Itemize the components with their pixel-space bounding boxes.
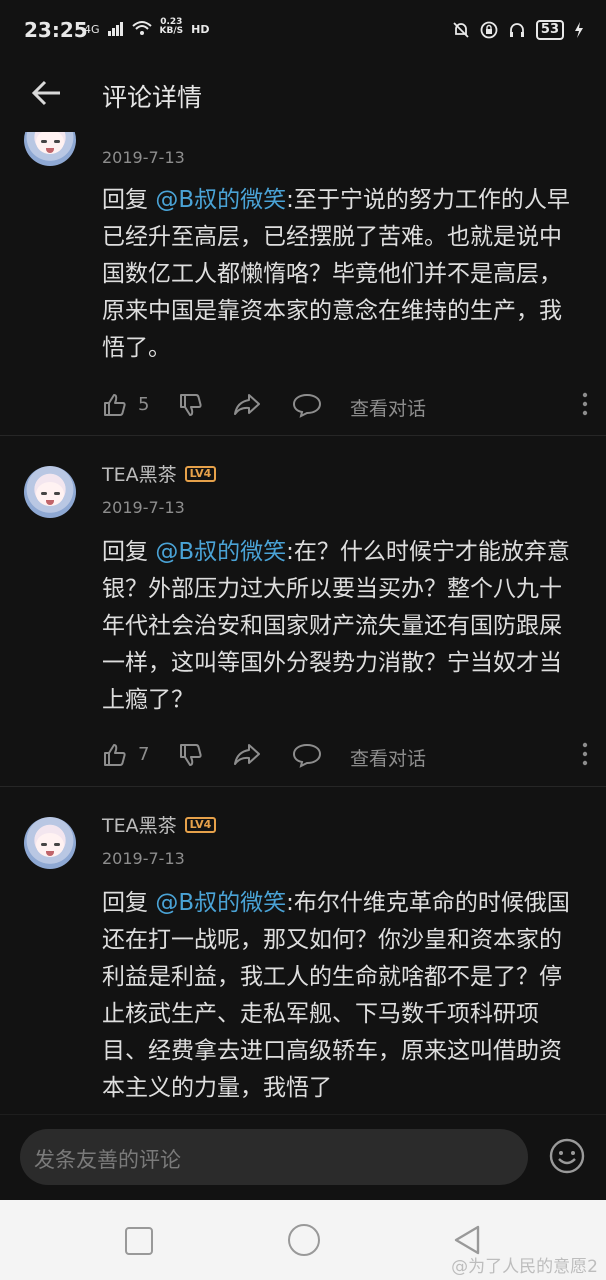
more-options-icon[interactable] bbox=[582, 742, 588, 766]
level-badge: LV4 bbox=[184, 465, 217, 482]
mention-link[interactable]: @B叔的微笑 bbox=[155, 187, 286, 213]
dislike-icon[interactable] bbox=[178, 742, 204, 768]
like-icon[interactable] bbox=[102, 742, 128, 768]
reply-prefix: 回复 bbox=[102, 890, 156, 916]
avatar[interactable] bbox=[24, 466, 76, 518]
battery-level: 53 bbox=[535, 20, 564, 40]
avatar[interactable] bbox=[24, 132, 76, 166]
comment-input[interactable]: 发条友善的评论 bbox=[20, 1129, 528, 1185]
app-header: 评论详情 bbox=[0, 62, 606, 132]
emoji-icon[interactable] bbox=[548, 1137, 586, 1175]
status-bar: 23:25 4G 0.23 KB/S HD 53 bbox=[0, 0, 606, 62]
reply-prefix: 回复 bbox=[102, 539, 156, 565]
comment-actions: 5 查看对话 bbox=[102, 392, 588, 422]
comment-text: 回复 @B叔的微笑:至于宁说的努力工作的人早已经升至高层，已经摆脱了苦难。也就是… bbox=[102, 182, 580, 367]
more-options-icon[interactable] bbox=[582, 392, 588, 416]
like-count: 7 bbox=[138, 744, 150, 765]
lock-rotation-icon bbox=[480, 21, 498, 39]
signal-icon bbox=[107, 22, 123, 36]
wifi-icon bbox=[131, 21, 152, 35]
username-text: TEA黑茶 bbox=[102, 815, 177, 837]
comment-body: :布尔什维克革命的时候俄国还在打一战呢，那又如何？你沙皇和资本家的利益是利益，我… bbox=[102, 890, 570, 1101]
charging-icon bbox=[575, 22, 583, 38]
net-speed: 0.23 KB/S bbox=[160, 18, 184, 36]
comment-input-placeholder: 发条友善的评论 bbox=[34, 1148, 181, 1172]
comment-date: 2019-7-13 bbox=[102, 148, 185, 167]
comment-date: 2019-7-13 bbox=[102, 498, 185, 517]
username[interactable]: TEA黑茶 LV4 bbox=[102, 811, 217, 838]
system-nav-bar: @为了人民的意愿2 bbox=[0, 1200, 606, 1280]
avatar[interactable] bbox=[24, 817, 76, 869]
like-count: 5 bbox=[138, 394, 150, 415]
recents-button[interactable] bbox=[125, 1227, 153, 1255]
dislike-icon[interactable] bbox=[178, 392, 204, 418]
watermark: @为了人民的意愿2 bbox=[451, 1257, 598, 1277]
reply-bubble-icon[interactable] bbox=[292, 742, 322, 768]
view-conversation-link[interactable]: 查看对话 bbox=[350, 394, 426, 421]
comment-list[interactable]: 2019-7-13 回复 @B叔的微笑:至于宁说的努力工作的人早已经升至高层，已… bbox=[0, 132, 606, 1114]
status-left-icons: 4G 0.23 KB/S HD bbox=[84, 18, 209, 36]
comment-text: 回复 @B叔的微笑:在？什么时候宁才能放弃意银？外部压力过大所以要当买办？整个八… bbox=[102, 534, 580, 719]
mention-link[interactable]: @B叔的微笑 bbox=[155, 890, 286, 916]
comment-text: 回复 @B叔的微笑:布尔什维克革命的时候俄国还在打一战呢，那又如何？你沙皇和资本… bbox=[102, 885, 580, 1107]
mention-link[interactable]: @B叔的微笑 bbox=[155, 539, 286, 565]
level-badge: LV4 bbox=[184, 816, 217, 833]
share-icon[interactable] bbox=[232, 742, 262, 768]
mute-bell-icon bbox=[453, 22, 469, 38]
network-type: 4G bbox=[84, 23, 100, 36]
comment-body: :至于宁说的努力工作的人早已经升至高层，已经摆脱了苦难。也就是说中国数亿工人都懒… bbox=[102, 187, 570, 361]
status-time: 23:25 bbox=[24, 18, 88, 42]
username-text: TEA黑茶 bbox=[102, 464, 177, 486]
reply-bubble-icon[interactable] bbox=[292, 392, 322, 418]
page-title: 评论详情 bbox=[102, 83, 203, 112]
reply-prefix: 回复 bbox=[102, 187, 156, 213]
comment-date: 2019-7-13 bbox=[102, 849, 185, 868]
divider bbox=[0, 435, 606, 436]
share-icon[interactable] bbox=[232, 392, 262, 418]
net-speed-unit: KB/S bbox=[159, 26, 184, 36]
comment-body: :在？什么时候宁才能放弃意银？外部压力过大所以要当买办？整个八九十年代社会治安和… bbox=[102, 539, 570, 713]
headphones-icon bbox=[509, 23, 524, 37]
comment-actions: 7 查看对话 bbox=[102, 742, 588, 772]
comment-input-bar: 发条友善的评论 bbox=[0, 1114, 606, 1201]
view-conversation-link[interactable]: 查看对话 bbox=[350, 744, 426, 771]
divider bbox=[0, 786, 606, 787]
back-arrow-icon[interactable] bbox=[30, 76, 64, 110]
username[interactable]: TEA黑茶 LV4 bbox=[102, 460, 217, 487]
status-right-icons: 53 bbox=[452, 20, 584, 40]
hd-badge: HD bbox=[191, 23, 210, 36]
like-icon[interactable] bbox=[102, 392, 128, 418]
home-button[interactable] bbox=[288, 1224, 320, 1256]
